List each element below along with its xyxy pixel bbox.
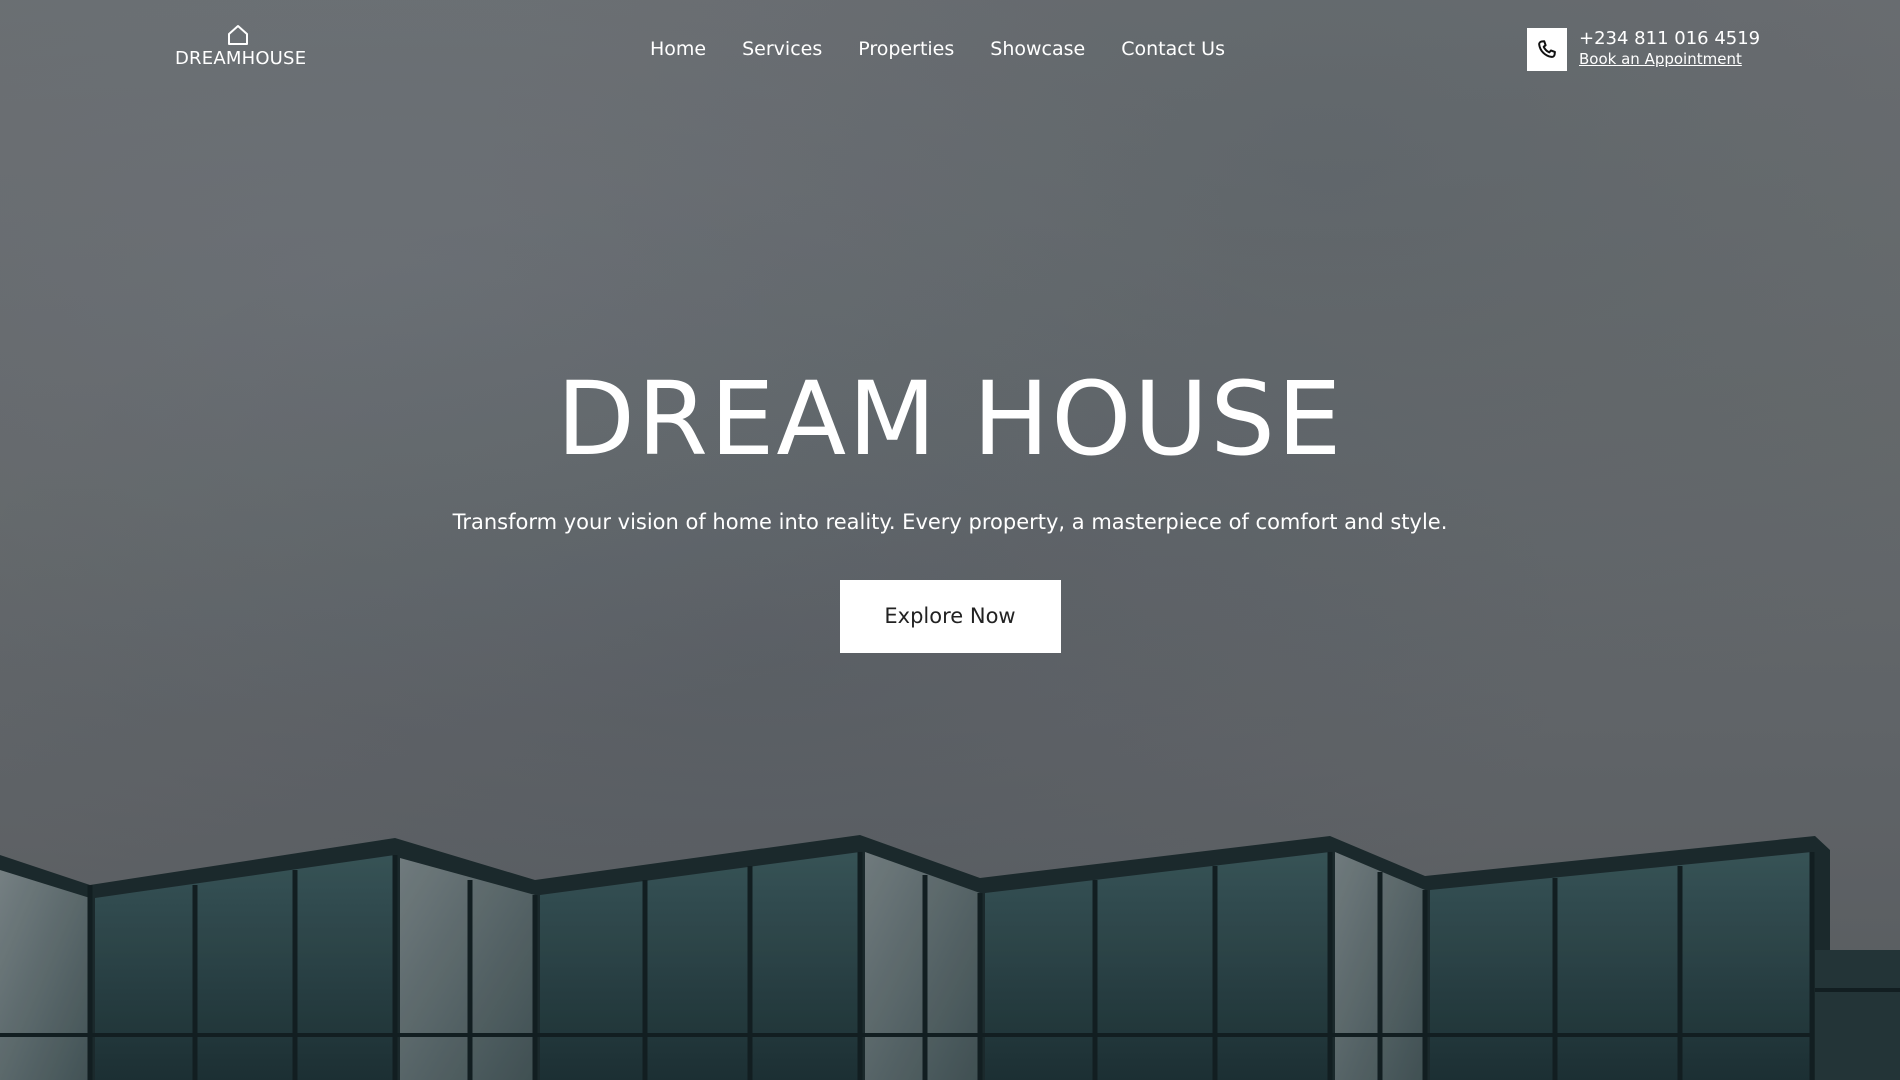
main-nav: Home Services Properties Showcase Contac… — [650, 38, 1261, 60]
logo[interactable]: DREAMHOUSE — [175, 24, 306, 69]
phone-icon-box[interactable] — [1527, 28, 1567, 71]
nav-services[interactable]: Services — [742, 38, 822, 60]
phone-number[interactable]: +234 811 016 4519 — [1579, 28, 1760, 50]
nav-showcase[interactable]: Showcase — [990, 38, 1085, 60]
hero-title: DREAM HOUSE — [556, 360, 1344, 479]
site-header: DREAMHOUSE Home Services Properties Show… — [0, 0, 1900, 110]
book-appointment-link[interactable]: Book an Appointment — [1579, 50, 1760, 68]
hero-content: DREAM HOUSE Transform your vision of hom… — [0, 360, 1900, 653]
contact-text: +234 811 016 4519 Book an Appointment — [1579, 28, 1760, 68]
hero-subtitle: Transform your vision of home into reali… — [452, 510, 1448, 534]
house-icon — [228, 25, 248, 45]
nav-properties[interactable]: Properties — [858, 38, 954, 60]
nav-home[interactable]: Home — [650, 38, 706, 60]
nav-contact-us[interactable]: Contact Us — [1121, 38, 1225, 60]
phone-icon — [1538, 39, 1556, 58]
header-contact: +234 811 016 4519 Book an Appointment — [1527, 28, 1760, 71]
logo-text: DREAMHOUSE — [175, 48, 307, 69]
explore-now-button[interactable]: Explore Now — [839, 580, 1061, 653]
hero-section: DREAMHOUSE Home Services Properties Show… — [0, 0, 1900, 1080]
